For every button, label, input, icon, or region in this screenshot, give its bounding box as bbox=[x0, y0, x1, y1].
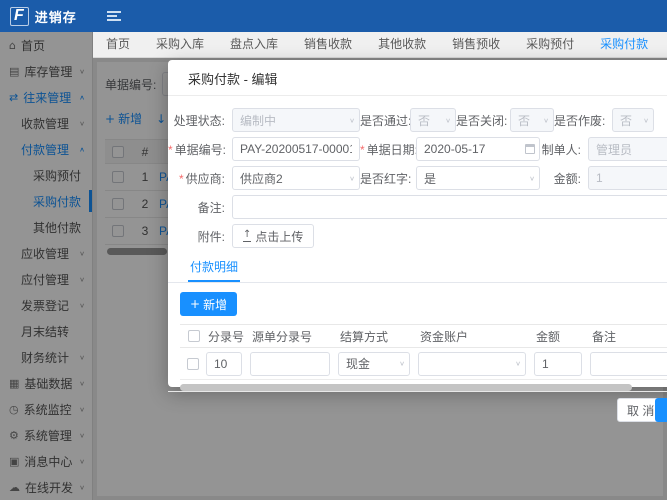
chevron-down-icon: ∨ bbox=[643, 116, 649, 123]
plus-icon: + bbox=[190, 297, 200, 311]
chevron-down-icon: ∨ bbox=[399, 360, 405, 367]
tab-purchase-payment[interactable]: 采购付款 bbox=[587, 32, 661, 57]
tab-sales-receipt[interactable]: 销售收款 bbox=[291, 32, 365, 57]
fund-account-select[interactable]: ∨ bbox=[418, 352, 526, 376]
status-select[interactable]: 编制中 ∨ bbox=[232, 108, 360, 132]
supplier-select[interactable]: 供应商2 ∨ bbox=[232, 166, 360, 190]
chevron-down-icon: ∨ bbox=[529, 174, 535, 181]
detail-add-label: 新增 bbox=[203, 296, 227, 313]
save-button[interactable]: 保 存 bbox=[655, 398, 667, 422]
tab-purchase-inbound[interactable]: 采购入库 bbox=[143, 32, 217, 57]
amount-input bbox=[588, 166, 667, 190]
col-amount: 金额 bbox=[534, 328, 590, 345]
upload-icon: ↑ bbox=[243, 230, 251, 242]
settle-method-value: 现金 bbox=[346, 355, 370, 372]
tab-payment-details[interactable]: 付款明细 bbox=[188, 255, 240, 282]
doc-no-input[interactable] bbox=[232, 137, 360, 161]
detail-table-header: 分录号 源单分录号 结算方式 资金账户 金额 备注 备注2 bbox=[180, 324, 667, 348]
tab-home[interactable]: 首页 bbox=[93, 32, 143, 57]
supplier-value: 供应商2 bbox=[240, 170, 283, 187]
page-tabbar: 首页 采购入库 盘点入库 销售收款 其他收款 销售预收 采购预付 采购付款 bbox=[93, 32, 667, 58]
upload-label: 点击上传 bbox=[255, 228, 303, 245]
closed-select[interactable]: 否 ∨ bbox=[510, 108, 554, 132]
closed-value: 否 bbox=[518, 112, 530, 129]
doc-date-value: 2020-05-17 bbox=[424, 142, 485, 156]
passed-select[interactable]: 否 ∨ bbox=[410, 108, 456, 132]
col-source-entry-no: 源单分录号 bbox=[250, 328, 338, 345]
red-flag-select[interactable]: 是 ∨ bbox=[416, 166, 540, 190]
creator-input bbox=[588, 137, 667, 161]
modal-footer: 取 消 保 存 bbox=[168, 391, 667, 392]
detail-horizontal-scrollbar[interactable] bbox=[180, 384, 667, 391]
doc-date-picker[interactable]: 2020-05-17 bbox=[416, 137, 540, 161]
settle-method-select[interactable]: 现金 ∨ bbox=[338, 352, 410, 376]
app-title: 进销存 bbox=[35, 7, 77, 26]
red-flag-label: 是否红字: bbox=[360, 170, 416, 187]
chevron-down-icon: ∨ bbox=[349, 174, 355, 181]
sidebar-collapse-icon[interactable] bbox=[107, 11, 121, 21]
upload-button[interactable]: ↑ 点击上传 bbox=[232, 224, 314, 248]
detail-add-button[interactable]: + 新增 bbox=[180, 292, 237, 316]
chevron-down-icon: ∨ bbox=[349, 116, 355, 123]
app-header: F 进销存 bbox=[0, 0, 667, 32]
detail-select-all-checkbox[interactable] bbox=[188, 330, 200, 342]
supplier-label: *供应商: bbox=[168, 170, 232, 187]
amount-label: 金额: bbox=[540, 170, 588, 187]
chevron-down-icon: ∨ bbox=[445, 116, 451, 123]
detail-amount-input[interactable] bbox=[534, 352, 582, 376]
detail-table-row: 现金 ∨ ∨ bbox=[180, 348, 667, 380]
remark-label: 备注: bbox=[168, 199, 232, 216]
chevron-down-icon: ∨ bbox=[543, 116, 549, 123]
attachment-label: 附件: bbox=[168, 228, 232, 245]
detail-remark-input[interactable] bbox=[590, 352, 667, 376]
detail-row-checkbox[interactable] bbox=[187, 358, 199, 370]
creator-label: 制单人: bbox=[540, 141, 588, 158]
required-mark: * bbox=[360, 143, 365, 157]
status-value: 编制中 bbox=[240, 112, 276, 129]
modal-title: 采购付款 - 编辑 bbox=[168, 60, 667, 96]
col-fund-account: 资金账户 bbox=[418, 328, 534, 345]
chevron-down-icon: ∨ bbox=[515, 360, 521, 367]
voided-value: 否 bbox=[620, 112, 632, 129]
source-entry-no-input[interactable] bbox=[250, 352, 330, 376]
doc-date-label: *单据日期: bbox=[360, 141, 416, 158]
remark-input[interactable] bbox=[232, 195, 667, 219]
tab-purchase-prepay[interactable]: 采购预付 bbox=[513, 32, 587, 57]
doc-no-label: *单据编号: bbox=[168, 141, 232, 158]
required-mark: * bbox=[179, 172, 184, 186]
entry-no-input[interactable] bbox=[206, 352, 242, 376]
detail-tabs: 付款明细 bbox=[168, 255, 667, 283]
required-mark: * bbox=[168, 143, 173, 157]
purchase-payment-edit-modal: 采购付款 - 编辑 处理状态: 编制中 ∨ 是否通过: 否 ∨ 是否关闭: 否 … bbox=[168, 60, 667, 387]
col-settle-method: 结算方式 bbox=[338, 328, 418, 345]
red-flag-value: 是 bbox=[424, 170, 436, 187]
tab-stocktake-inbound[interactable]: 盘点入库 bbox=[217, 32, 291, 57]
closed-label: 是否关闭: bbox=[456, 112, 510, 129]
col-entry-no: 分录号 bbox=[206, 328, 250, 345]
logo-icon: F bbox=[10, 7, 29, 26]
status-label: 处理状态: bbox=[168, 112, 232, 129]
tab-sales-prereceipt[interactable]: 销售预收 bbox=[439, 32, 513, 57]
col-remark: 备注 bbox=[590, 328, 667, 345]
calendar-icon bbox=[525, 144, 535, 154]
passed-label: 是否通过: bbox=[360, 112, 410, 129]
tab-other-receipt[interactable]: 其他收款 bbox=[365, 32, 439, 57]
app-logo: F 进销存 bbox=[0, 7, 93, 26]
detail-table: 分录号 源单分录号 结算方式 资金账户 金额 备注 备注2 现金 ∨ bbox=[180, 324, 667, 380]
voided-select[interactable]: 否 ∨ bbox=[612, 108, 654, 132]
voided-label: 是否作废: bbox=[554, 112, 612, 129]
passed-value: 否 bbox=[418, 112, 430, 129]
